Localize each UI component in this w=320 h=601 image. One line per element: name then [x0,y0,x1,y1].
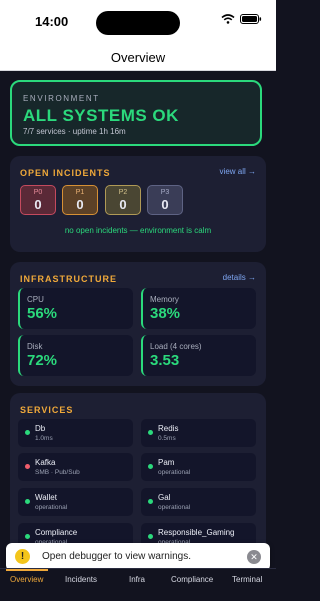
service-item[interactable]: Kafka SMB · Pub/Sub [18,453,133,481]
service-item[interactable]: Gal operational [141,488,256,516]
priority-p1-box[interactable]: P1 0 [62,185,98,215]
service-name: Gal [158,493,171,502]
status-dot [148,499,153,504]
service-name: Redis [158,424,179,433]
priority-count: 0 [76,197,84,212]
warning-icon: ! [15,549,30,564]
battery-icon [240,14,262,24]
status-dot [25,464,30,469]
status-time: 14:00 [35,14,69,29]
services-card: SERVICES Db 1.0ms Redis 0.5ms Kafka SMB … [10,393,266,568]
status-dot [148,464,153,469]
metric-label: Memory [150,295,179,304]
close-icon[interactable]: ✕ [247,550,261,564]
metric-load: Load (4 cores) 3.53 [141,335,256,376]
priority-count: 0 [34,197,42,212]
infrastructure-card: INFRASTRUCTURE details → CPU 56% Memory … [10,262,266,386]
priority-p3-box[interactable]: P3 0 [147,185,183,215]
service-status: 0.5ms [158,435,176,442]
service-item[interactable]: Db 1.0ms [18,419,133,447]
service-status: operational [35,504,68,511]
incidents-empty-message: no open incidents — environment is calm [64,226,212,235]
debugger-warning-toast[interactable]: ! Open debugger to view warnings. ✕ [6,543,270,571]
tab-compliance[interactable]: Compliance [171,575,213,584]
service-name: Wallet [35,493,57,502]
overview-content[interactable]: ENVIRONMENT ALL SYSTEMS OK 7/7 services … [0,71,276,568]
toast-message: Open debugger to view warnings. [42,551,191,562]
service-status: 1.0ms [35,435,53,442]
status-dot [25,534,30,539]
service-item[interactable]: Redis 0.5ms [141,419,256,447]
service-name: Responsible_Gaming [158,528,235,537]
active-tab-indicator [6,569,48,571]
nav-bar: Overview [0,44,276,71]
status-dot [148,430,153,435]
priority-p2-box[interactable]: P2 0 [105,185,141,215]
priority-count: 0 [119,197,127,212]
metric-value: 38% [150,305,181,322]
service-status: SMB · Pub/Sub [35,469,80,476]
metric-label: CPU [27,295,44,304]
open-incidents-card: OPEN INCIDENTS view all → P0 0 P1 0 P2 0… [10,156,266,252]
environment-status: ALL SYSTEMS OK [23,106,179,125]
metric-value: 56% [27,305,58,322]
metric-label: Load (4 cores) [150,342,202,351]
status-bar: 14:00 [0,0,276,44]
service-status: operational [158,469,191,476]
metric-value: 72% [27,352,58,369]
status-dot [148,534,153,539]
priority-label: P0 [33,189,43,196]
services-title: SERVICES [20,405,74,415]
tab-incidents[interactable]: Incidents [65,575,97,584]
tab-bar: Overview Incidents Infra Compliance Term… [0,568,276,601]
service-name: Compliance [35,528,78,537]
page-title: Overview [110,49,166,65]
service-status: operational [158,504,191,511]
metric-label: Disk [27,342,43,351]
metric-cpu: CPU 56% [18,288,133,329]
priority-count: 0 [161,197,169,212]
service-item[interactable]: Pam operational [141,453,256,481]
status-icons [221,14,262,24]
environment-card: ENVIRONMENT ALL SYSTEMS OK 7/7 services … [10,80,262,146]
priority-label: P2 [118,189,128,196]
environment-summary: 7/7 services · uptime 1h 16m [23,127,126,136]
metric-memory: Memory 38% [141,288,256,329]
infrastructure-title: INFRASTRUCTURE [20,274,117,284]
view-all-incidents-link[interactable]: view all → [220,167,256,176]
service-name: Db [35,424,46,433]
metric-disk: Disk 72% [18,335,133,376]
service-item[interactable]: Wallet operational [18,488,133,516]
tab-infra[interactable]: Infra [129,575,145,584]
infrastructure-details-link[interactable]: details → [223,273,256,282]
status-dot [25,430,30,435]
priority-label: P3 [160,189,170,196]
tab-terminal[interactable]: Terminal [232,575,262,584]
wifi-icon [221,14,235,24]
service-name: Kafka [35,458,56,467]
incidents-title: OPEN INCIDENTS [20,168,111,178]
dynamic-island [96,11,180,35]
metric-value: 3.53 [150,352,180,369]
priority-p0-box[interactable]: P0 0 [20,185,56,215]
tab-overview[interactable]: Overview [10,575,43,584]
service-name: Pam [158,458,175,467]
priority-label: P1 [75,189,85,196]
environment-label: ENVIRONMENT [23,94,100,103]
status-dot [25,499,30,504]
